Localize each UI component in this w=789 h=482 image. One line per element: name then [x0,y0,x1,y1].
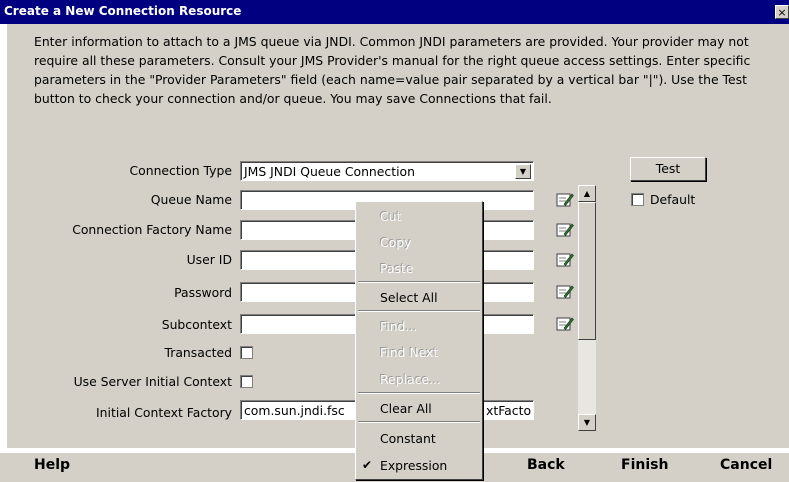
back-button[interactable]: Back [527,457,565,473]
menu-item-expression[interactable]: Expression [380,458,447,473]
initial-context-factory-label: Initial Context Factory [96,405,232,420]
menu-item-replace[interactable]: Replace... [380,372,441,387]
edit-icon[interactable] [556,252,574,268]
menu-item-constant[interactable]: Constant [380,431,436,446]
user-id-label: User ID [186,252,232,267]
form-scrollbar[interactable]: ▲ ▼ [578,185,596,431]
connection-type-select[interactable]: JMS JNDI Queue Connection ▼ [240,161,534,181]
chevron-down-icon[interactable]: ▼ [515,164,531,179]
window-title: Create a New Connection Resource [4,4,242,18]
test-button[interactable]: Test [630,157,706,181]
menu-separator [358,281,480,283]
use-server-initial-context-checkbox[interactable] [240,375,253,388]
password-label: Password [174,285,232,300]
menu-item-select-all[interactable]: Select All [380,290,438,305]
help-button[interactable]: Help [34,457,70,473]
menu-item-find-next[interactable]: Find Next [380,345,438,360]
transacted-label: Transacted [164,345,233,360]
menu-item-copy[interactable]: Copy [380,235,411,250]
description-text: Enter information to attach to a JMS que… [34,34,751,106]
connection-type-label: Connection Type [129,163,232,178]
edit-icon[interactable] [556,316,574,332]
menu-item-cut[interactable]: Cut [380,209,401,224]
initial-context-factory-value-right: xtFacto [486,403,532,418]
edit-icon[interactable] [556,192,574,208]
edit-icon[interactable] [556,222,574,238]
menu-separator [358,421,480,423]
transacted-checkbox[interactable] [240,346,253,359]
menu-separator [358,310,480,312]
menu-item-clear-all[interactable]: Clear All [380,401,432,416]
scroll-thumb[interactable] [578,202,596,340]
default-label: Default [650,192,696,207]
default-checkbox[interactable] [631,193,644,206]
menu-item-paste[interactable]: Paste [380,261,413,276]
checkmark-icon: ✔ [362,458,373,472]
initial-context-factory-value-left: com.sun.jndi.fsc [244,403,345,418]
close-icon[interactable]: × [775,5,789,19]
menu-separator [358,392,480,394]
queue-name-label: Queue Name [150,192,232,207]
scroll-up-icon[interactable]: ▲ [578,185,596,202]
title-bar: Create a New Connection Resource × [0,0,789,24]
finish-button[interactable]: Finish [621,457,668,473]
subcontext-label: Subcontext [161,317,232,332]
use-server-initial-context-label: Use Server Initial Context [73,374,232,389]
cancel-button[interactable]: Cancel [720,457,772,473]
edit-icon[interactable] [556,284,574,300]
connection-factory-name-label: Connection Factory Name [72,222,232,237]
context-menu: Cut Copy Paste Select All Find... Find N… [355,201,483,480]
menu-item-find[interactable]: Find... [380,319,417,334]
scroll-down-icon[interactable]: ▼ [578,414,596,431]
connection-type-value: JMS JNDI Queue Connection [244,164,415,179]
